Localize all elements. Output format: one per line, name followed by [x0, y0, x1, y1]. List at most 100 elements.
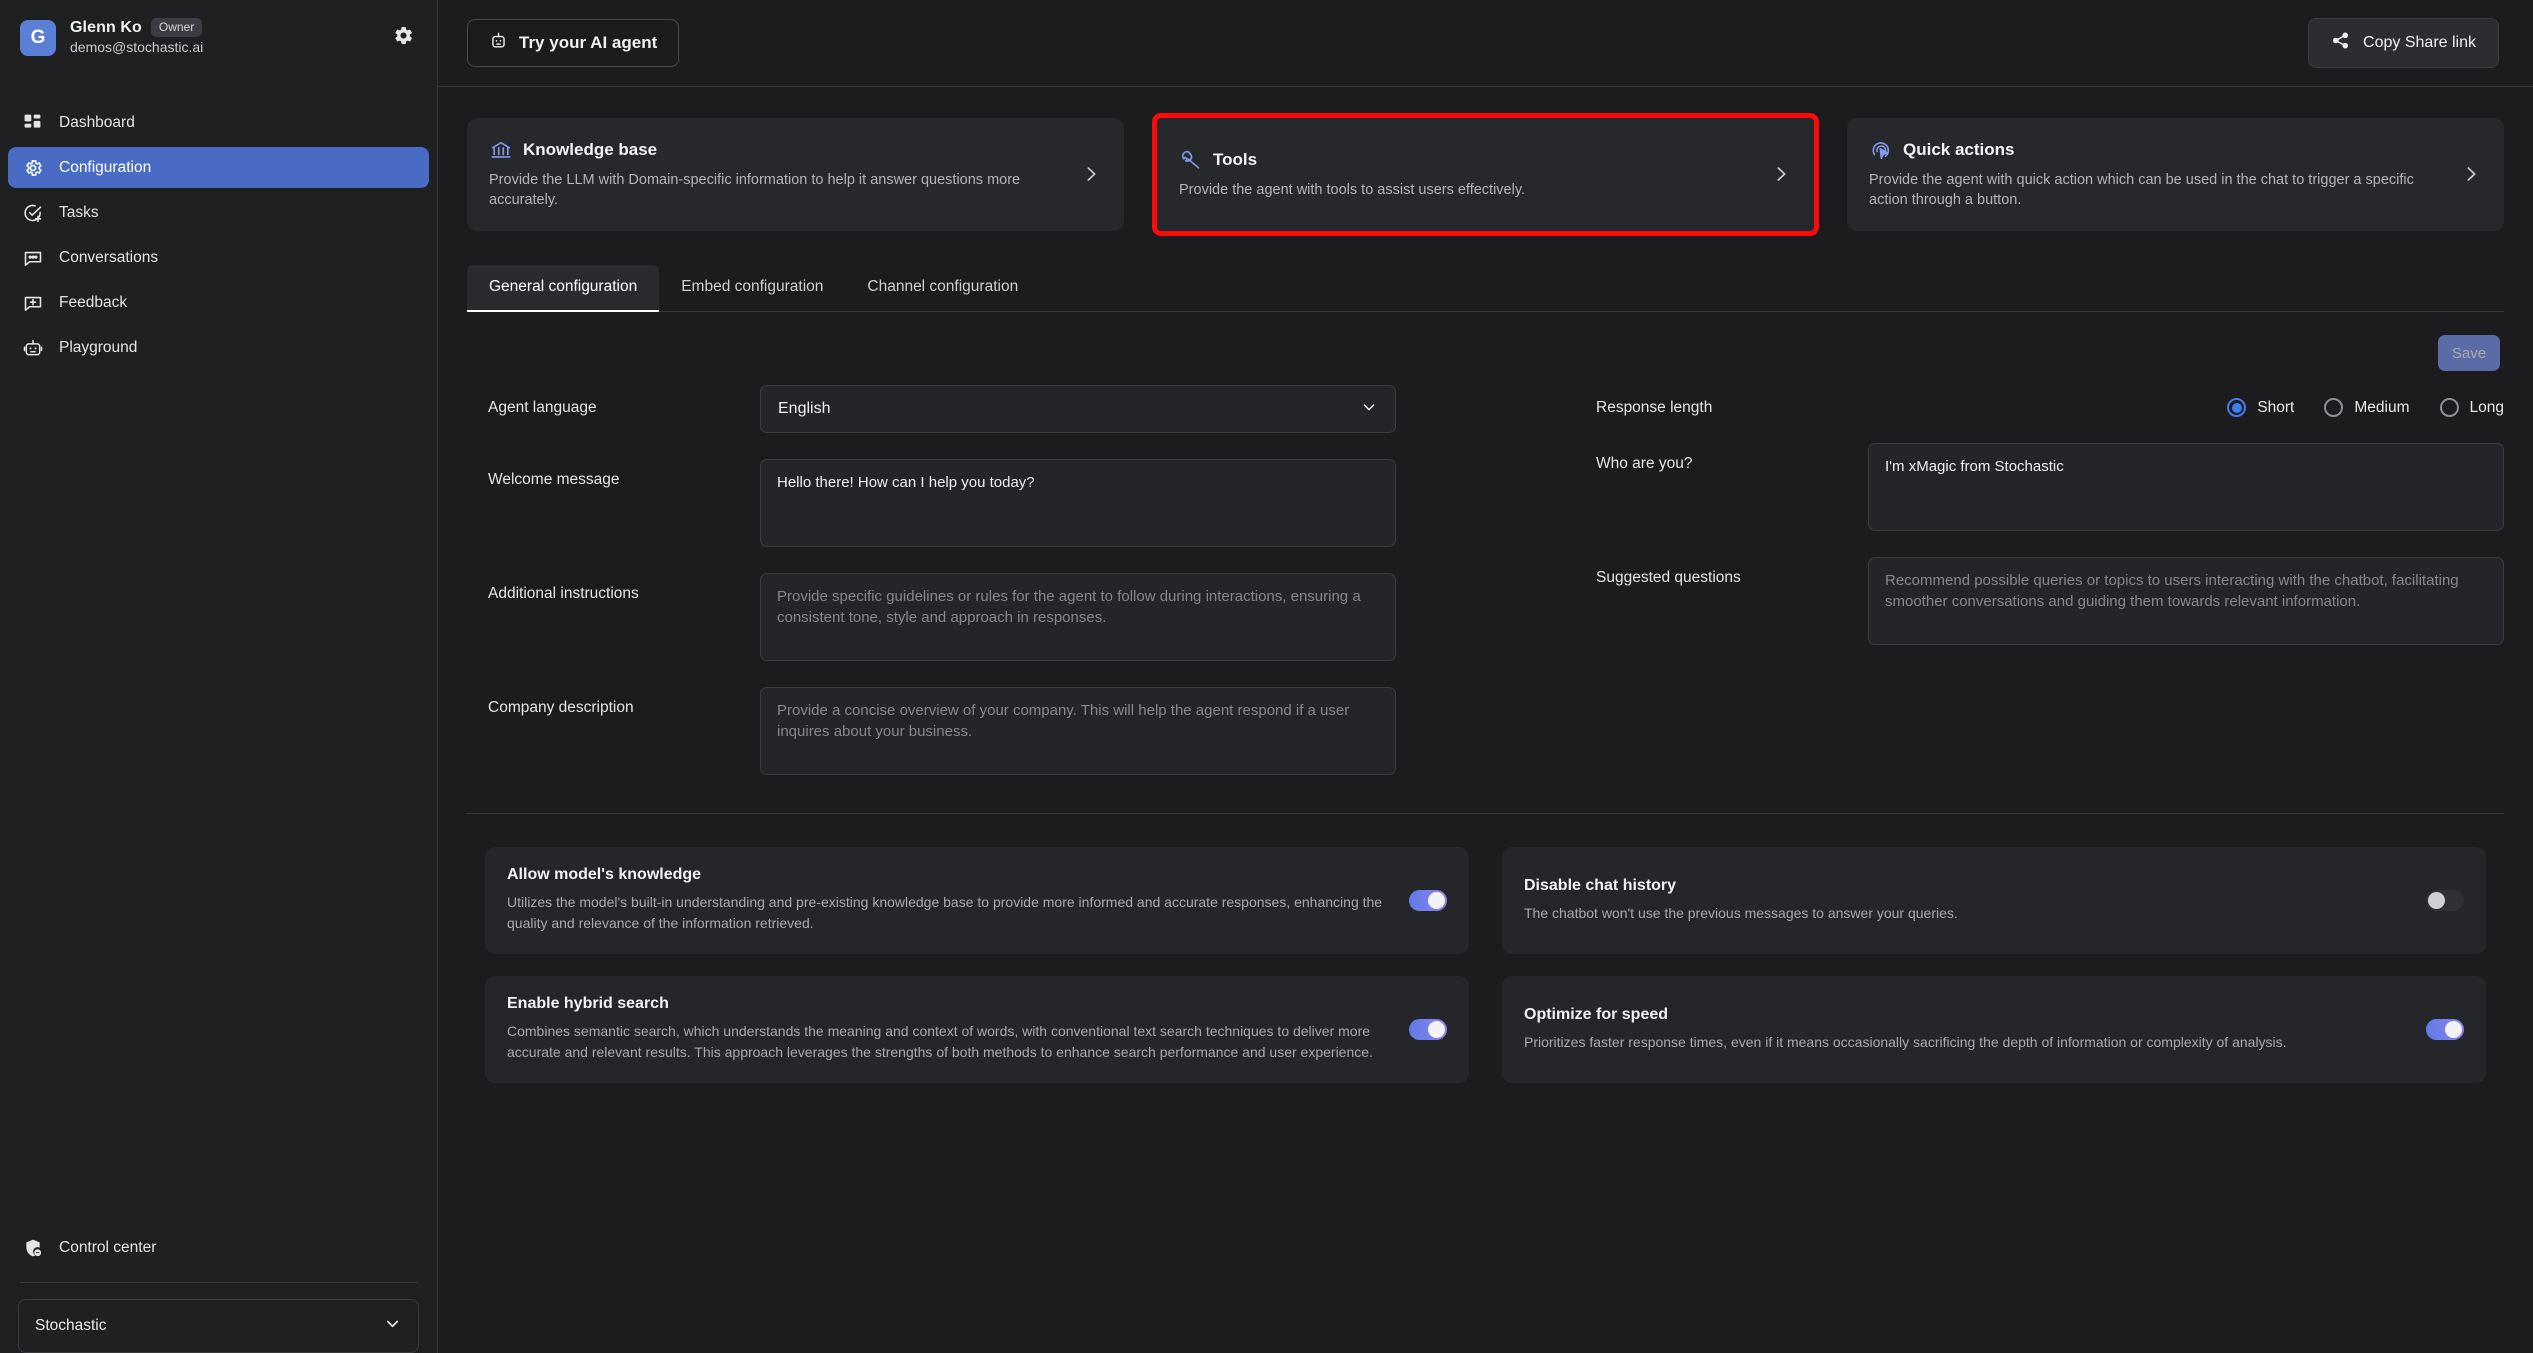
field-label: Company description [488, 699, 634, 716]
field-label: Who are you? [1596, 455, 1693, 472]
field-label: Agent language [488, 399, 597, 416]
sidebar-item-configuration[interactable]: Configuration [8, 147, 429, 188]
tab-channel-configuration[interactable]: Channel configuration [845, 265, 1040, 312]
sidebar-item-label: Feedback [59, 293, 128, 311]
tab-embed-configuration[interactable]: Embed configuration [659, 265, 845, 312]
user-name: Glenn Ko [70, 18, 142, 36]
welcome-message-input[interactable]: Hello there! How can I help you today? [760, 459, 1396, 547]
field-who-are-you: Who are you? I'm xMagic from Stochastic [1596, 443, 2504, 531]
sidebar-item-label: Playground [59, 338, 138, 356]
toggle-title: Enable hybrid search [507, 995, 669, 1012]
gear-icon [22, 157, 43, 178]
field-response-length: Response length Short Medium Long [1596, 385, 2504, 417]
toggle-allow-models-knowledge[interactable] [1409, 889, 1447, 911]
radio-label: Short [2257, 398, 2295, 416]
toggle-section: Allow model's knowledge Utilizes the mod… [467, 813, 2504, 1083]
sidebar-bottom: Control center Stochastic [0, 1227, 437, 1353]
sidebar: G Glenn Ko Owner demos@stochastic.ai Das… [0, 0, 438, 1353]
suggested-questions-input[interactable]: Recommend possible queries or topics to … [1868, 557, 2504, 645]
toggle-knob [1428, 1020, 1445, 1038]
additional-instructions-input[interactable]: Provide specific guidelines or rules for… [760, 573, 1396, 661]
card-tools[interactable]: Tools Provide the agent with tools to as… [1152, 113, 1819, 236]
agent-language-value: English [778, 400, 831, 417]
field-additional-instructions: Additional instructions Provide specific… [488, 573, 1396, 661]
chevron-right-icon [2460, 163, 2482, 185]
try-ai-agent-button[interactable]: Try your AI agent [467, 19, 680, 67]
card-description: Provide the agent with tools to assist u… [1179, 182, 1526, 198]
card-description: Provide the agent with quick action whic… [1869, 172, 2414, 208]
toggle-description: The chatbot won't use the previous messa… [1524, 904, 1958, 921]
content-area: Knowledge base Provide the LLM with Doma… [438, 87, 2533, 1353]
radio-indicator [2227, 398, 2247, 417]
sidebar-header: G Glenn Ko Owner demos@stochastic.ai [0, 0, 437, 80]
robot-icon [22, 337, 43, 358]
sidebar-item-label: Tasks [59, 203, 99, 221]
tab-general-configuration[interactable]: General configuration [467, 265, 660, 312]
general-configuration-form: Agent language English Welcome message H… [467, 371, 2504, 801]
share-icon [2331, 31, 2350, 55]
radio-label: Medium [2354, 398, 2410, 416]
sidebar-item-label: Conversations [59, 248, 159, 266]
who-are-you-input[interactable]: I'm xMagic from Stochastic [1868, 443, 2504, 531]
task-check-icon [22, 202, 43, 223]
toggle-disable-chat-history[interactable] [2426, 889, 2464, 911]
radio-indicator [2324, 398, 2344, 417]
radio-medium[interactable]: Medium [2324, 398, 2410, 417]
toggle-card-disable-chat-history: Disable chat history The chatbot won't u… [1502, 847, 2486, 954]
toggle-card-allow-models-knowledge: Allow model's knowledge Utilizes the mod… [485, 847, 1469, 954]
copy-share-link-label: Copy Share link [2363, 34, 2476, 51]
org-switcher[interactable]: Stochastic [18, 1299, 419, 1353]
save-row: Save [467, 312, 2504, 371]
toggle-optimize-for-speed[interactable] [2426, 1018, 2464, 1040]
card-quick-actions[interactable]: Quick actions Provide the agent with qui… [1847, 118, 2504, 231]
toggle-card-enable-hybrid-search: Enable hybrid search Combines semantic s… [485, 976, 1469, 1083]
card-title: Tools [1213, 149, 1258, 169]
radio-indicator [2439, 398, 2459, 417]
save-button[interactable]: Save [2438, 335, 2500, 371]
sidebar-nav: Dashboard Configuration Tasks Conversati… [0, 102, 437, 372]
org-name: Stochastic [35, 1317, 107, 1334]
sidebar-item-dashboard[interactable]: Dashboard [8, 102, 429, 143]
sidebar-item-label: Dashboard [59, 113, 135, 131]
agent-language-select[interactable]: English [760, 385, 1396, 433]
dashboard-icon [22, 112, 43, 133]
toggle-knob [2445, 1020, 2462, 1038]
radio-long[interactable]: Long [2439, 398, 2504, 417]
cursor-click-icon [1869, 138, 1892, 161]
toggle-description: Utilizes the model's built-in understand… [507, 894, 1383, 931]
toggle-description: Prioritizes faster response times, even … [1524, 1033, 2287, 1050]
field-label: Suggested questions [1596, 569, 1741, 586]
sidebar-item-conversations[interactable]: Conversations [8, 237, 429, 278]
response-length-radio-group: Short Medium Long [1868, 385, 2504, 417]
form-left-column: Agent language English Welcome message H… [488, 385, 1396, 801]
feedback-icon [22, 292, 43, 313]
company-description-input[interactable]: Provide a concise overview of your compa… [760, 687, 1396, 775]
sidebar-item-tasks[interactable]: Tasks [8, 192, 429, 233]
top-bar: Try your AI agent Copy Share link [438, 0, 2533, 87]
field-label: Welcome message [488, 471, 620, 488]
copy-share-link-button[interactable]: Copy Share link [2308, 18, 2499, 68]
settings-gear-icon[interactable] [389, 21, 417, 49]
toggle-title: Optimize for speed [1524, 1005, 1669, 1023]
chevron-right-icon [1080, 163, 1102, 185]
form-right-column: Response length Short Medium Long Who ar… [1596, 385, 2504, 801]
card-knowledge-base[interactable]: Knowledge base Provide the LLM with Doma… [467, 118, 1124, 231]
sidebar-item-control-center[interactable]: Control center [8, 1227, 429, 1268]
field-agent-language: Agent language English [488, 385, 1396, 433]
field-label: Additional instructions [488, 585, 639, 602]
sidebar-item-feedback[interactable]: Feedback [8, 282, 429, 323]
radio-label: Long [2469, 398, 2504, 416]
sidebar-divider [20, 1282, 417, 1283]
radio-short[interactable]: Short [2227, 398, 2294, 417]
main-area: Try your AI agent Copy Share link Knowle… [438, 0, 2533, 1353]
field-suggested-questions: Suggested questions Recommend possible q… [1596, 557, 2504, 645]
field-welcome-message: Welcome message Hello there! How can I h… [488, 459, 1396, 547]
field-label: Response length [1596, 399, 1713, 416]
toggle-enable-hybrid-search[interactable] [1409, 1018, 1447, 1040]
toggle-card-optimize-for-speed: Optimize for speed Prioritizes faster re… [1502, 976, 2486, 1083]
sidebar-item-playground[interactable]: Playground [8, 327, 429, 368]
toggle-title: Allow model's knowledge [507, 866, 702, 883]
try-ai-agent-label: Try your AI agent [519, 33, 658, 52]
sidebar-item-label: Configuration [59, 158, 152, 176]
